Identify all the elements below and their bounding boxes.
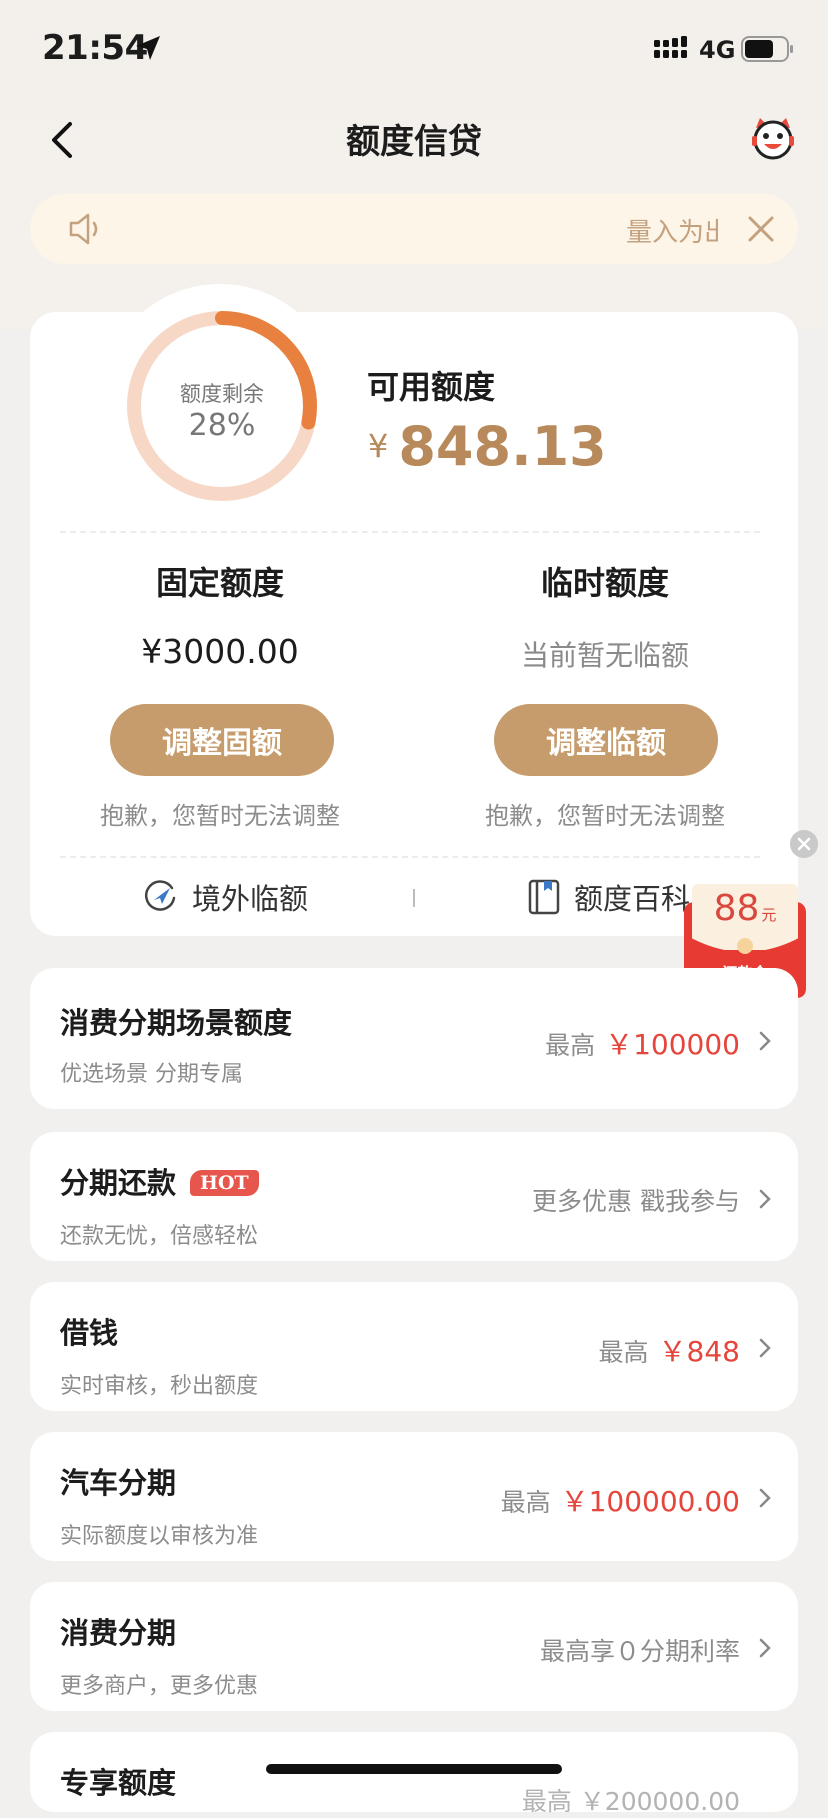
divider bbox=[60, 531, 760, 533]
chevron-right-icon bbox=[759, 1338, 771, 1358]
link-separator bbox=[413, 889, 415, 907]
signal-icon bbox=[654, 36, 687, 58]
network-type: 4G bbox=[699, 36, 736, 64]
speaker-icon bbox=[69, 213, 98, 245]
available-amount-value: 848.13 bbox=[398, 415, 607, 478]
chevron-right-icon bbox=[759, 1031, 771, 1051]
row-subtitle: 实时审核，秒出额度 bbox=[60, 1374, 259, 1399]
nav-bar: 额度信贷 bbox=[0, 100, 828, 180]
plane-refresh-icon bbox=[145, 880, 176, 911]
list-item[interactable]: 消费分期 更多商户，更多优惠 最高享０分期利率 bbox=[30, 1582, 798, 1711]
promo-close-icon[interactable] bbox=[790, 830, 818, 858]
row-title: 分期还款 HOT bbox=[60, 1160, 259, 1202]
currency-symbol: ¥ bbox=[368, 427, 389, 465]
row-title: 消费分期场景额度 bbox=[60, 1006, 293, 1040]
row-value: 最高 ￥848 bbox=[598, 1335, 740, 1368]
fixed-credit-value: ¥3000.00 bbox=[141, 632, 299, 671]
row-subtitle: 优选场景 分期专属 bbox=[60, 1062, 243, 1087]
chevron-right-icon bbox=[759, 1189, 771, 1209]
row-title: 借钱 bbox=[60, 1316, 119, 1350]
row-title: 专享额度 bbox=[60, 1766, 177, 1800]
list-item[interactable]: 消费分期场景额度 优选场景 分期专属 最高 ￥100000 bbox=[30, 968, 798, 1109]
row-title: 汽车分期 bbox=[60, 1466, 177, 1500]
promo-amount: 88 元 bbox=[713, 888, 777, 929]
hot-badge: HOT bbox=[190, 1170, 259, 1196]
row-subtitle: 更多商户，更多优惠 bbox=[60, 1674, 259, 1699]
close-icon[interactable] bbox=[746, 214, 776, 244]
temp-credit-note: 抱歉，您暂时无法调整 bbox=[485, 802, 725, 830]
mascot-icon[interactable] bbox=[748, 116, 798, 162]
status-time: 21:54 bbox=[42, 28, 148, 68]
row-value: 最高 ￥100000.00 bbox=[500, 1485, 740, 1518]
notice-bar[interactable]: 量入为出 bbox=[30, 194, 798, 264]
location-arrow-icon bbox=[136, 36, 160, 60]
status-bar: 21:54 4G bbox=[0, 0, 828, 100]
credit-encyclopedia-label: 额度百科 bbox=[574, 882, 691, 916]
adjust-fixed-credit-button[interactable]: 调整固额 bbox=[110, 704, 334, 776]
available-credit-amount: ¥848.13 bbox=[368, 415, 607, 478]
divider bbox=[60, 856, 760, 858]
list-item[interactable]: 汽车分期 实际额度以审核为准 最高 ￥100000.00 bbox=[30, 1432, 798, 1561]
row-value: 更多优惠 戳我参与 bbox=[532, 1187, 740, 1216]
row-subtitle: 还款无忧，倍感轻松 bbox=[60, 1224, 259, 1249]
battery-icon bbox=[741, 36, 793, 62]
row-value: 最高 ￥200000.00 bbox=[521, 1787, 740, 1816]
row-value: 最高享０分期利率 bbox=[539, 1637, 740, 1666]
list-item[interactable]: 分期还款 HOT 还款无忧，倍感轻松 更多优惠 戳我参与 bbox=[30, 1132, 798, 1261]
overseas-temp-credit-link[interactable]: 境外临额 bbox=[142, 876, 308, 918]
page-title: 额度信贷 bbox=[346, 122, 482, 162]
gauge-label: 额度剩余 bbox=[180, 382, 264, 406]
temp-credit-value: 当前暂无临额 bbox=[520, 639, 689, 672]
list-item[interactable]: 借钱 实时审核，秒出额度 最高 ￥848 bbox=[30, 1282, 798, 1411]
chevron-right-icon bbox=[759, 1638, 771, 1658]
gauge-percent: 28% bbox=[188, 408, 256, 443]
overseas-temp-credit-label: 境外临额 bbox=[192, 882, 309, 916]
row-value: 最高 ￥100000 bbox=[545, 1028, 740, 1061]
fixed-credit-title: 固定额度 bbox=[155, 564, 284, 602]
credit-encyclopedia-link[interactable]: 额度百科 bbox=[528, 876, 690, 918]
book-icon bbox=[528, 879, 560, 915]
fixed-credit-note: 抱歉，您暂时无法调整 bbox=[100, 802, 340, 830]
row-subtitle: 实际额度以审核为准 bbox=[60, 1524, 259, 1549]
chevron-right-icon bbox=[759, 1488, 771, 1508]
adjust-temp-credit-button[interactable]: 调整临额 bbox=[494, 704, 718, 776]
row-title: 消费分期 bbox=[60, 1616, 177, 1650]
home-indicator bbox=[266, 1764, 562, 1774]
available-credit-label: 可用额度 bbox=[367, 368, 496, 406]
notice-text: 量入为出 bbox=[626, 218, 718, 248]
temp-credit-title: 临时额度 bbox=[540, 564, 669, 602]
